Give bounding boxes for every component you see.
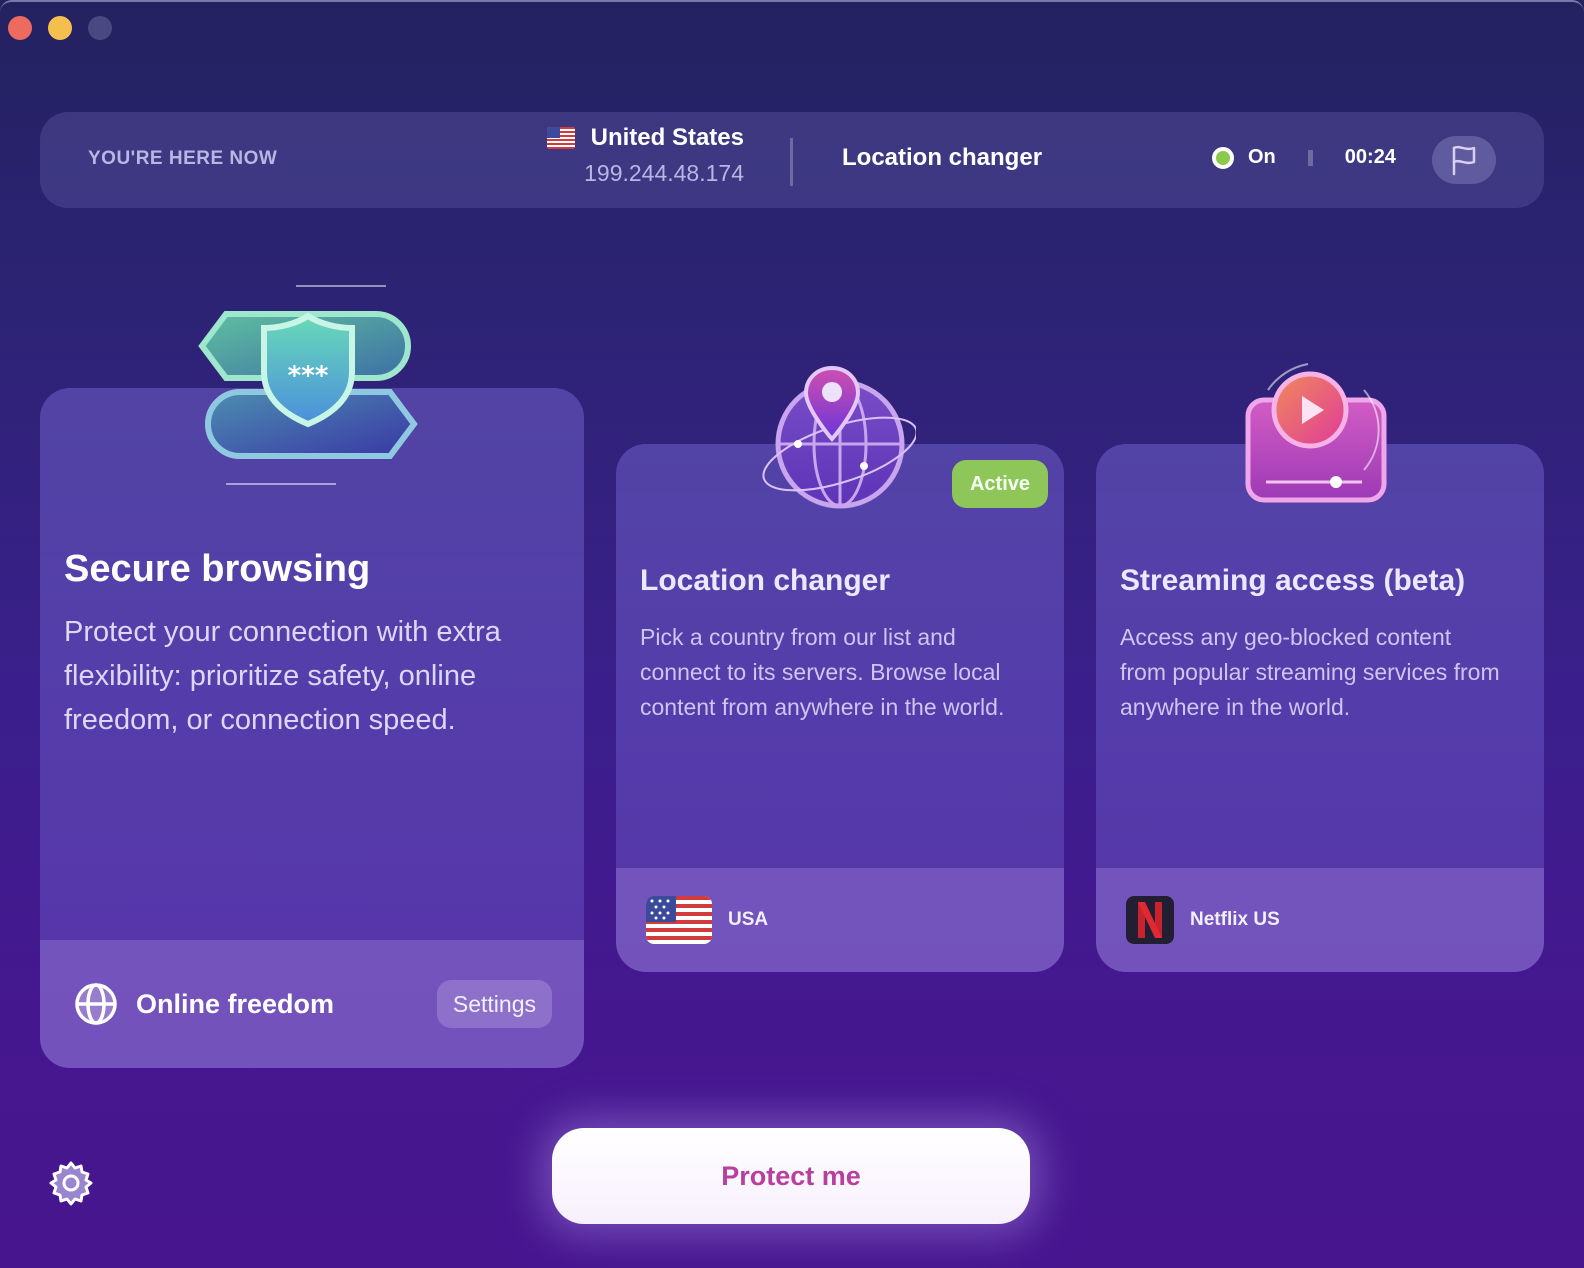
- gear-icon: [49, 1161, 93, 1206]
- divider: [1307, 149, 1313, 166]
- zoom-window-button[interactable]: [88, 16, 112, 40]
- streaming-service: Netflix US: [1190, 909, 1280, 930]
- card-title: Secure browsing: [64, 548, 371, 590]
- secure-browsing-card[interactable]: Secure browsing Protect your connection …: [40, 388, 584, 1068]
- current-location: United States 199.244.48.174: [546, 124, 744, 187]
- security-mode-label: Online freedom: [136, 988, 335, 1019]
- card-footer: Online freedom Settings: [40, 940, 584, 1068]
- active-badge: Active: [952, 460, 1048, 508]
- selected-country: USA: [728, 909, 769, 930]
- svg-text:***: ***: [288, 361, 329, 391]
- divider: [790, 138, 793, 186]
- connection-status-bar: YOU'RE HERE NOW United States 199.244.48…: [40, 112, 1544, 208]
- globe-icon: [75, 983, 117, 1025]
- mode-settings-button[interactable]: Settings: [436, 980, 552, 1028]
- location-changer-card[interactable]: Location changer Pick a country from our…: [616, 444, 1064, 972]
- streaming-access-card[interactable]: Streaming access (beta) Access any geo-b…: [1096, 444, 1544, 972]
- security-mode: Online freedom: [74, 982, 334, 1026]
- location-country: United States: [590, 124, 744, 151]
- connection-timer: 00:24: [1344, 146, 1396, 168]
- ip-address: 199.244.48.174: [584, 160, 744, 186]
- netflix-icon: [1126, 896, 1174, 944]
- protect-me-button[interactable]: Protect me: [552, 1128, 1030, 1224]
- shield-illustration-icon: ***: [198, 285, 418, 485]
- streaming-illustration-icon: [1245, 363, 1387, 503]
- status-dot-icon: [1212, 146, 1234, 169]
- flag-icon: [1452, 145, 1476, 176]
- card-description: Access any geo-blocked content from popu…: [1120, 624, 1500, 720]
- minimize-window-button[interactable]: [48, 16, 72, 40]
- us-flag-icon: [546, 127, 575, 149]
- card-description: Protect your connection with extra flexi…: [64, 616, 501, 736]
- us-flag-icon: [646, 896, 712, 944]
- globe-pin-illustration-icon: [762, 365, 916, 509]
- connection-status: On 00:24: [1212, 146, 1396, 169]
- card-footer[interactable]: USA: [616, 868, 1064, 972]
- report-button[interactable]: [1432, 136, 1496, 184]
- status-label: On: [1248, 146, 1276, 168]
- card-title: Streaming access (beta): [1120, 564, 1466, 597]
- protect-me-label: Protect me: [721, 1160, 861, 1191]
- active-feature-name: Location changer: [842, 144, 1043, 171]
- app-settings-button[interactable]: [48, 1160, 94, 1211]
- card-title: Location changer: [640, 564, 891, 597]
- here-label: YOU'RE HERE NOW: [88, 148, 278, 169]
- card-footer[interactable]: Netflix US: [1096, 868, 1544, 972]
- close-window-button[interactable]: [8, 16, 32, 40]
- window-controls: [8, 16, 112, 40]
- card-description: Pick a country from our list and connect…: [640, 624, 1005, 720]
